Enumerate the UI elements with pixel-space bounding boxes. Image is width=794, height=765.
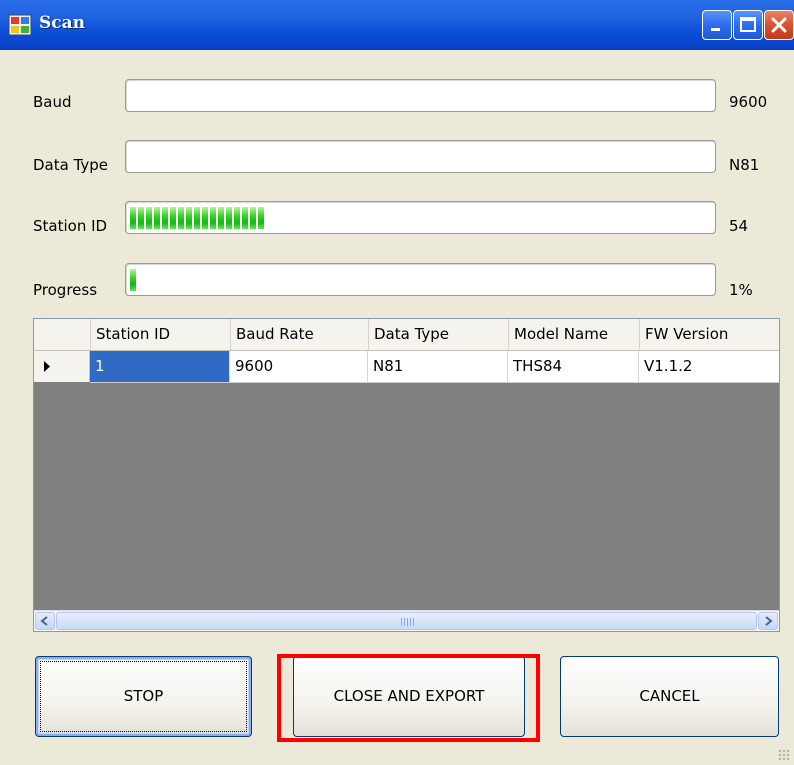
grid-header: Station ID Baud Rate Data Type Model Nam… xyxy=(34,319,779,351)
minimize-icon xyxy=(711,28,720,31)
focus-rectangle xyxy=(40,661,247,732)
data-type-label: Data Type xyxy=(33,156,109,174)
scroll-right-button[interactable] xyxy=(758,612,778,630)
scan-progress-fill xyxy=(130,269,138,291)
table-cell[interactable]: 9600 xyxy=(230,351,368,382)
maximize-button[interactable] xyxy=(733,10,763,40)
horizontal-scrollbar[interactable] xyxy=(34,610,779,631)
chevron-left-icon xyxy=(40,616,48,626)
station-id-progress-fill xyxy=(130,207,266,229)
resize-grip[interactable] xyxy=(778,749,790,761)
chevron-right-icon xyxy=(765,616,773,626)
cancel-button-label: CANCEL xyxy=(639,687,700,705)
table-row[interactable]: 1 9600 N81 THS84 V1.1.2 xyxy=(90,351,779,383)
scroll-thumb[interactable] xyxy=(56,612,757,630)
station-id-value: 54 xyxy=(729,217,749,235)
table-cell[interactable]: N81 xyxy=(368,351,508,382)
minimize-button[interactable] xyxy=(702,10,732,40)
current-row-arrow-icon xyxy=(44,361,50,372)
data-type-value: N81 xyxy=(729,156,760,174)
scroll-left-button[interactable] xyxy=(35,612,55,630)
column-header[interactable]: Model Name xyxy=(508,319,639,350)
stop-button[interactable]: STOP xyxy=(35,656,252,737)
highlight-box xyxy=(277,654,540,742)
table-cell[interactable]: 1 xyxy=(90,351,230,382)
close-button[interactable] xyxy=(764,10,794,40)
table-cell[interactable]: V1.1.2 xyxy=(639,351,779,382)
title-bar[interactable]: Scan xyxy=(0,0,794,50)
station-id-progress-bar xyxy=(125,201,716,234)
scan-progress-bar xyxy=(125,263,716,296)
baud-label: Baud xyxy=(33,93,72,111)
cancel-button[interactable]: CANCEL xyxy=(560,656,779,737)
data-type-progress-bar xyxy=(125,140,716,173)
column-header[interactable]: FW Version xyxy=(639,319,779,350)
column-header[interactable]: Data Type xyxy=(368,319,508,350)
progress-value: 1% xyxy=(729,281,753,299)
table-cell[interactable]: THS84 xyxy=(508,351,639,382)
row-header-corner xyxy=(34,319,90,350)
progress-label: Progress xyxy=(33,281,98,299)
results-grid[interactable]: Station ID Baud Rate Data Type Model Nam… xyxy=(33,318,780,632)
baud-value: 9600 xyxy=(729,93,768,111)
scan-window: Scan Baud 9600 Data Type N81 Station ID … xyxy=(0,0,794,765)
row-header[interactable] xyxy=(34,351,90,382)
column-header[interactable]: Baud Rate xyxy=(230,319,368,350)
window-title: Scan xyxy=(39,13,86,33)
app-icon xyxy=(8,13,32,37)
baud-progress-bar xyxy=(125,79,716,112)
column-header[interactable]: Station ID xyxy=(90,319,230,350)
station-id-label: Station ID xyxy=(33,217,108,235)
close-icon xyxy=(771,17,787,33)
maximize-icon xyxy=(740,17,756,32)
